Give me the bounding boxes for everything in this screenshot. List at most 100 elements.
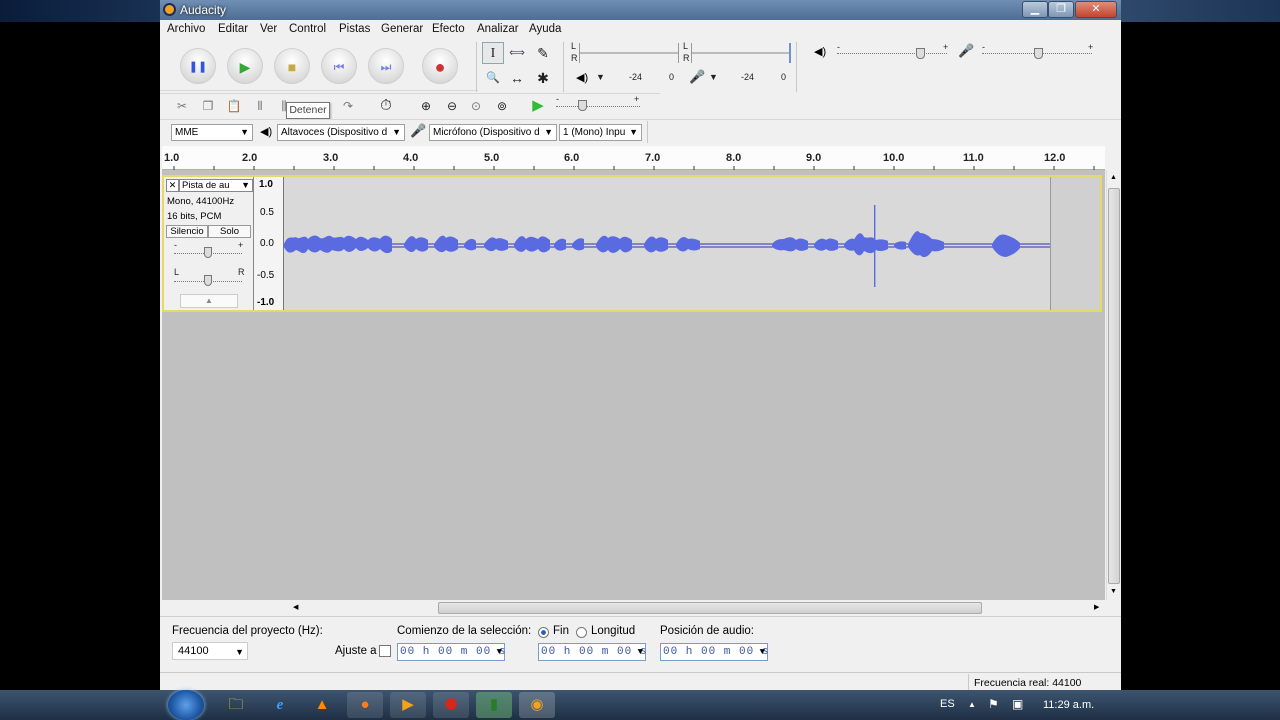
- audio-track[interactable]: ✕ Pista de au ▼ Mono, 44100Hz 16 bits, P…: [162, 175, 1102, 312]
- playback-meter-bar[interactable]: [579, 43, 679, 63]
- recording-meter-right-label: R: [683, 53, 690, 63]
- recording-device-select[interactable]: Micrófono (Dispositivo d ▼: [429, 124, 557, 141]
- playback-device-select[interactable]: Altavoces (Dispositivo d ▼: [277, 124, 405, 141]
- timeline-ruler[interactable]: 1.0 2.0 3.0 4.0 5.0 6.0 7.0 8.0 9.0 10.0…: [162, 146, 1105, 170]
- menu-editar[interactable]: Editar: [218, 23, 248, 35]
- track-name-menu[interactable]: Pista de au ▼: [179, 179, 253, 192]
- copy-icon[interactable]: ❐: [198, 96, 218, 116]
- draw-tool-icon[interactable]: ✎: [532, 42, 554, 64]
- internet-explorer-icon[interactable]: e: [262, 692, 298, 718]
- start-button[interactable]: [168, 690, 204, 720]
- input-channels-select[interactable]: 1 (Mono) Inpu ▼: [559, 124, 642, 141]
- solo-button[interactable]: Solo: [208, 225, 251, 238]
- tray-expand-icon[interactable]: ▲: [968, 700, 976, 709]
- snap-to-checkbox[interactable]: [379, 645, 391, 657]
- clock[interactable]: 11:29 a.m.: [1043, 699, 1094, 711]
- redo-icon[interactable]: ↷: [338, 96, 358, 116]
- firefox-icon[interactable]: ●: [347, 692, 383, 718]
- scroll-right-icon[interactable]: ▶: [1094, 603, 1099, 611]
- maximize-button[interactable]: ❐: [1048, 1, 1074, 18]
- trim-icon[interactable]: ⫴: [250, 96, 270, 116]
- recording-device-value: Micrófono (Dispositivo d: [433, 127, 540, 138]
- recording-meter-bar[interactable]: [691, 43, 791, 63]
- mute-button[interactable]: Silencio: [166, 225, 208, 238]
- menu-efecto[interactable]: Efecto: [432, 23, 465, 35]
- meter-dropdown-arrow[interactable]: ▼: [709, 72, 718, 82]
- empty-track-area[interactable]: [1050, 177, 1100, 310]
- stop-button[interactable]: ■: [274, 48, 310, 84]
- sync-lock-icon[interactable]: ⏱: [376, 96, 396, 116]
- selection-start-time[interactable]: 00 h 00 m 00 s ▼: [397, 643, 505, 661]
- zoom-in-icon[interactable]: ⊕: [416, 96, 436, 116]
- end-radio[interactable]: [538, 627, 549, 638]
- vertical-scrollbar[interactable]: ▲ ▼: [1106, 170, 1121, 600]
- language-indicator[interactable]: ES: [940, 698, 955, 710]
- menu-generar[interactable]: Generar: [381, 23, 423, 35]
- cut-icon[interactable]: ✂: [172, 96, 192, 116]
- menu-ayuda[interactable]: Ayuda: [529, 23, 561, 35]
- output-volume-slider[interactable]: [837, 53, 947, 55]
- audio-host-select[interactable]: MME ▼: [171, 124, 253, 141]
- collapse-track-button[interactable]: ▲: [180, 294, 238, 308]
- file-explorer-icon[interactable]: 🗀: [218, 692, 254, 718]
- paste-icon[interactable]: 📋: [224, 96, 244, 116]
- media-player-icon[interactable]: ▶: [390, 692, 426, 718]
- track-bit-info: 16 bits, PCM: [167, 211, 222, 222]
- fit-project-icon[interactable]: ⊚: [492, 96, 512, 116]
- fit-selection-icon[interactable]: ⊙: [466, 96, 486, 116]
- timeshift-tool-icon[interactable]: ↔: [506, 67, 528, 89]
- skip-to-end-button[interactable]: ⏭: [368, 48, 404, 84]
- track-close-button[interactable]: ✕: [166, 179, 179, 192]
- length-radio[interactable]: [576, 627, 587, 638]
- waveform-area[interactable]: [284, 177, 1050, 310]
- audacity-taskbar-icon[interactable]: ◉: [519, 692, 555, 718]
- project-rate-select[interactable]: 44100 ▼: [172, 642, 248, 660]
- minimize-button[interactable]: ▁: [1022, 1, 1048, 18]
- meter-scale-label: 0: [669, 72, 675, 82]
- camtasia-icon[interactable]: ▮: [476, 692, 512, 718]
- project-rate-label: Frecuencia del proyecto (Hz):: [172, 625, 323, 637]
- title-bar[interactable]: Audacity ▁ ❐ ✕: [160, 0, 1121, 20]
- menu-archivo[interactable]: Archivo: [167, 23, 205, 35]
- play-at-speed-icon[interactable]: ▶: [528, 96, 548, 116]
- play-button[interactable]: ▶: [227, 48, 263, 84]
- selection-end-value: 00 h 00 m 00 s: [541, 646, 648, 658]
- track-format-info: Mono, 44100Hz: [167, 196, 235, 207]
- envelope-tool-icon[interactable]: ⟺: [506, 42, 528, 64]
- play-speed-thumb[interactable]: [578, 100, 587, 111]
- scroll-down-icon[interactable]: ▼: [1110, 588, 1117, 595]
- meter-dropdown-arrow[interactable]: ▼: [596, 72, 605, 82]
- menu-analizar[interactable]: Analizar: [477, 23, 519, 35]
- network-icon[interactable]: ▣: [1012, 697, 1023, 711]
- input-volume-thumb[interactable]: [1034, 48, 1043, 59]
- playback-meter-right-label: R: [571, 53, 578, 63]
- output-volume-min: -: [837, 42, 840, 52]
- menu-ver[interactable]: Ver: [260, 23, 277, 35]
- gain-slider-thumb[interactable]: [204, 247, 212, 258]
- menu-pistas[interactable]: Pistas: [339, 23, 370, 35]
- record-button[interactable]: ●: [422, 48, 458, 84]
- scroll-thumb[interactable]: [438, 602, 982, 614]
- scroll-left-icon[interactable]: ◀: [293, 603, 298, 611]
- selection-tool-icon[interactable]: I: [482, 42, 504, 64]
- zoom-out-icon[interactable]: ⊖: [442, 96, 462, 116]
- scroll-thumb[interactable]: [1108, 188, 1120, 584]
- scroll-up-icon[interactable]: ▲: [1110, 174, 1117, 181]
- acrobat-icon[interactable]: ⬣: [433, 692, 469, 718]
- close-button[interactable]: ✕: [1075, 1, 1117, 18]
- horizontal-scrollbar[interactable]: ◀ ▶: [162, 601, 1105, 615]
- multi-tool-icon[interactable]: ✱: [532, 67, 554, 89]
- pan-slider-thumb[interactable]: [204, 275, 212, 286]
- output-volume-thumb[interactable]: [916, 48, 925, 59]
- selection-end-time[interactable]: 00 h 00 m 00 s ▼: [538, 643, 646, 661]
- action-center-icon[interactable]: ⚑: [988, 697, 999, 711]
- menu-control[interactable]: Control: [289, 23, 326, 35]
- zoom-tool-icon[interactable]: 🔍: [482, 67, 504, 89]
- track-name: Pista de au: [182, 180, 230, 191]
- play-speed-slider[interactable]: [556, 106, 640, 108]
- pause-button[interactable]: ❚❚: [180, 48, 216, 84]
- vlc-icon[interactable]: ▲: [304, 692, 340, 718]
- skip-to-start-button[interactable]: ⏮: [321, 48, 357, 84]
- amplitude-scale: 1.0 0.5 0.0 -0.5 -1.0: [254, 177, 284, 310]
- audio-position-time[interactable]: 00 h 00 m 00 s ▼: [660, 643, 768, 661]
